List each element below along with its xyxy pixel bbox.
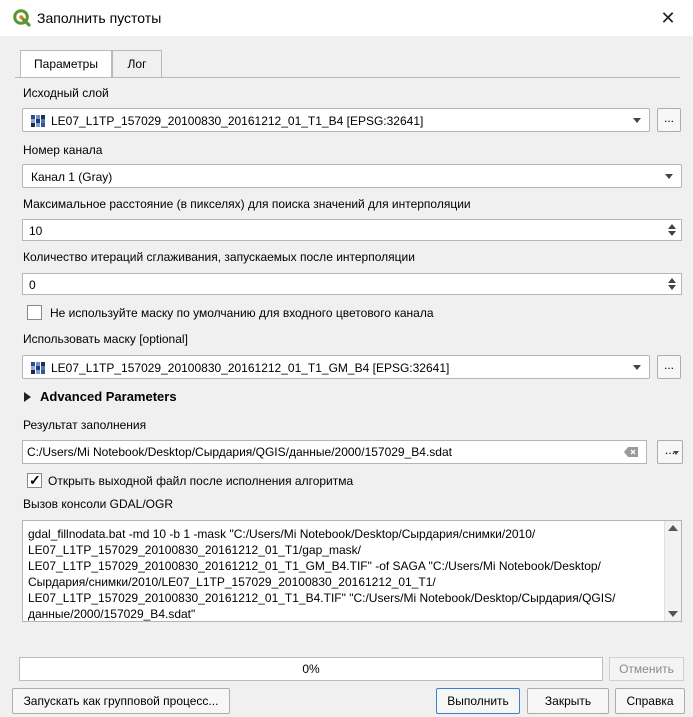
console-command-textarea[interactable]: gdal_fillnodata.bat -md 10 -b 1 -mask "C… xyxy=(22,520,682,622)
open-output-checkbox[interactable]: ✓ xyxy=(27,472,42,488)
input-layer-combo[interactable]: LE07_L1TP_157029_20100830_20161212_01_T1… xyxy=(22,108,650,132)
input-layer-label: Исходный слой xyxy=(23,86,109,100)
band-combo[interactable]: Канал 1 (Gray) xyxy=(22,164,682,188)
distance-value: 10 xyxy=(29,224,43,238)
output-label: Результат заполнения xyxy=(23,418,147,432)
close-window-button[interactable]: ✕ xyxy=(650,4,686,32)
no-mask-label: Не используйте маску по умолчанию для вх… xyxy=(50,306,434,320)
console-label: Вызов консоли GDAL/OGR xyxy=(23,497,173,511)
chevron-down-icon xyxy=(633,365,641,370)
batch-process-button[interactable]: Запускать как групповой процесс... xyxy=(12,688,230,714)
scroll-up-icon[interactable] xyxy=(668,525,678,531)
spin-arrows-icon xyxy=(668,278,676,290)
raster-layer-icon xyxy=(31,115,45,127)
chevron-down-icon xyxy=(665,174,673,179)
chevron-down-icon xyxy=(673,451,679,455)
mask-layer-browse-button[interactable]: ... xyxy=(657,355,681,379)
close-button[interactable]: Закрыть xyxy=(527,688,609,714)
progress-bar: 0% xyxy=(19,657,603,681)
output-path-input[interactable]: C:/Users/Mi Notebook/Desktop/Сырдария/QG… xyxy=(22,440,647,464)
output-path-value: C:/Users/Mi Notebook/Desktop/Сырдария/QG… xyxy=(27,445,452,459)
raster-layer-icon xyxy=(31,362,45,374)
run-button[interactable]: Выполнить xyxy=(436,688,520,714)
expand-arrow-icon[interactable] xyxy=(24,392,31,402)
clear-icon[interactable] xyxy=(624,447,638,457)
tab-parameters[interactable]: Параметры xyxy=(20,50,112,78)
iterations-label: Количество итераций сглаживания, запуска… xyxy=(23,250,415,264)
qgis-logo-icon xyxy=(13,9,31,27)
advanced-parameters-toggle[interactable]: Advanced Parameters xyxy=(40,389,177,404)
tab-log[interactable]: Лог xyxy=(112,50,162,77)
chevron-down-icon xyxy=(633,118,641,123)
scroll-down-icon[interactable] xyxy=(668,611,678,617)
mask-layer-value: LE07_L1TP_157029_20100830_20161212_01_T1… xyxy=(51,361,450,375)
distance-label: Максимальное расстояние (в пикселях) для… xyxy=(23,197,471,211)
output-browse-button[interactable]: ... xyxy=(657,440,683,464)
help-button[interactable]: Справка xyxy=(615,688,685,714)
band-label: Номер канала xyxy=(23,143,103,157)
mask-layer-combo[interactable]: LE07_L1TP_157029_20100830_20161212_01_T1… xyxy=(22,355,650,379)
input-layer-value: LE07_L1TP_157029_20100830_20161212_01_T1… xyxy=(51,114,424,128)
check-icon: ✓ xyxy=(29,472,41,488)
cancel-button[interactable]: Отменить xyxy=(609,657,684,681)
console-scrollbar[interactable] xyxy=(664,521,681,621)
mask-label: Использовать маску [optional] xyxy=(23,332,188,346)
input-layer-browse-button[interactable]: ... xyxy=(657,108,681,132)
spin-arrows-icon xyxy=(668,224,676,236)
distance-spinbox[interactable]: 10 xyxy=(22,219,682,241)
console-command-text: gdal_fillnodata.bat -md 10 -b 1 -mask "C… xyxy=(28,527,616,621)
band-value: Канал 1 (Gray) xyxy=(31,170,113,184)
window-title: Заполнить пустоты xyxy=(37,10,162,26)
no-mask-checkbox[interactable] xyxy=(27,305,42,320)
iterations-spinbox[interactable]: 0 xyxy=(22,273,682,295)
open-output-label: Открыть выходной файл после исполнения а… xyxy=(48,474,354,488)
iterations-value: 0 xyxy=(29,278,36,292)
